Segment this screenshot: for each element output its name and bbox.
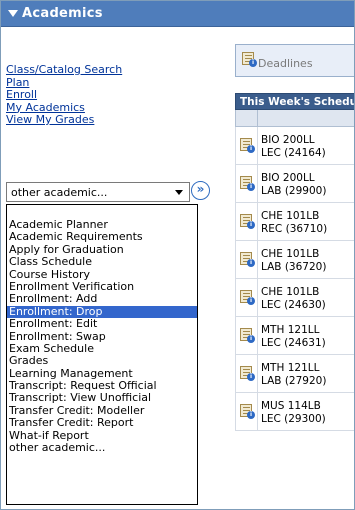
table-row: i CHE 101LB REC (36710) (235, 203, 354, 241)
course-detail: LEC (24631) (261, 337, 326, 349)
column-divider (257, 355, 258, 392)
dropdown-option[interactable]: Academic Planner (7, 219, 197, 231)
table-row: i CHE 101LB LAB (36720) (235, 241, 354, 279)
link-enroll[interactable]: Enroll (6, 88, 122, 102)
table-row: i MTH 121LL LAB (27920) (235, 355, 354, 393)
course-detail: LEC (24630) (261, 299, 326, 311)
pagelet-header[interactable]: Academics (1, 1, 354, 27)
table-row: i MUS 114LB LEC (29300) (235, 393, 354, 431)
course-name: MUS 114LB (261, 400, 321, 412)
dropdown-option[interactable]: Learning Management (7, 368, 197, 380)
dropdown-option[interactable]: Academic Requirements (7, 231, 197, 243)
academics-pagelet: Academics Class/Catalog Search Plan Enro… (0, 0, 355, 510)
column-divider (257, 393, 258, 430)
collapse-triangle-icon[interactable] (8, 10, 18, 17)
tab-deadlines-label: Deadlines (258, 57, 313, 70)
dropdown-option[interactable]: Transcript: View Unofficial (7, 392, 197, 404)
calendar-info-icon[interactable]: i (240, 404, 255, 419)
course-name: CHE 101LB (261, 248, 320, 260)
schedule-column-header (235, 110, 354, 127)
dropdown-option[interactable]: Enrollment: Swap (7, 331, 197, 343)
calendar-info-icon[interactable]: i (240, 366, 255, 381)
course-detail: LAB (36720) (261, 261, 327, 273)
dropdown-option[interactable]: Course History (7, 269, 197, 281)
dropdown-option[interactable]: Transfer Credit: Report (7, 417, 197, 429)
table-row: i MTH 121LL LEC (24631) (235, 317, 354, 355)
dropdown-option[interactable]: Transfer Credit: Modeller (7, 405, 197, 417)
course-name: BIO 200LL (261, 134, 315, 146)
dropdown-option[interactable]: Enrollment: Add (7, 293, 197, 305)
course-detail: LEC (24164) (261, 147, 326, 159)
dropdown-option[interactable]: Enrollment Verification (7, 281, 197, 293)
course-name: MTH 121LL (261, 362, 320, 374)
deadlines-panel: i Deadlines This Week's Schedule i BIO 2… (230, 41, 354, 509)
course-detail: LAB (29900) (261, 185, 327, 197)
dropdown-option[interactable]: Class Schedule (7, 256, 197, 268)
tab-deadlines[interactable]: i Deadlines (235, 44, 354, 77)
dropdown-option[interactable]: Exam Schedule (7, 343, 197, 355)
link-class-catalog-search[interactable]: Class/Catalog Search (6, 63, 122, 77)
column-divider (257, 241, 258, 278)
course-detail: LEC (29300) (261, 413, 326, 425)
dropdown-list[interactable]: Academic Planner Academic Requirements A… (6, 204, 198, 505)
schedule-rows: i BIO 200LL LEC (24164) i BIO 200LL LAB … (235, 127, 354, 431)
column-divider (257, 127, 258, 164)
course-name: CHE 101LB (261, 210, 320, 222)
column-divider (257, 203, 258, 240)
calendar-info-icon[interactable]: i (240, 290, 255, 305)
dropdown-option[interactable]: Grades (7, 355, 197, 367)
table-row: i BIO 200LL LAB (29900) (235, 165, 354, 203)
calendar-info-icon: i (242, 52, 257, 67)
calendar-info-icon[interactable]: i (240, 176, 255, 191)
table-row: i CHE 101LB LEC (24630) (235, 279, 354, 317)
column-divider (257, 279, 258, 316)
dropdown-option[interactable]: What-if Report (7, 430, 197, 442)
course-name: BIO 200LL (261, 172, 315, 184)
column-divider (257, 317, 258, 354)
academic-links: Class/Catalog Search Plan Enroll My Acad… (6, 63, 122, 127)
other-academic-select[interactable]: other academic... (6, 182, 190, 202)
column-divider (257, 110, 258, 126)
dropdown-spacer (7, 205, 197, 219)
dropdown-option[interactable]: Enrollment: Edit (7, 318, 197, 330)
calendar-info-icon[interactable]: i (240, 328, 255, 343)
course-detail: REC (36710) (261, 223, 328, 235)
week-schedule-header: This Week's Schedule (235, 93, 354, 110)
week-schedule-title: This Week's Schedule (240, 96, 354, 108)
calendar-info-icon[interactable]: i (240, 214, 255, 229)
select-value: other academic... (11, 186, 108, 199)
dropdown-option-selected[interactable]: Enrollment: Drop (7, 305, 197, 319)
calendar-info-icon[interactable]: i (240, 138, 255, 153)
link-view-my-grades[interactable]: View My Grades (6, 113, 122, 127)
course-name: CHE 101LB (261, 286, 320, 298)
dropdown-option[interactable]: Transcript: Request Official (7, 380, 197, 392)
calendar-info-icon[interactable]: i (240, 252, 255, 267)
dropdown-option[interactable]: Apply for Graduation (7, 244, 197, 256)
dropdown-option[interactable]: other academic... (7, 442, 197, 454)
pagelet-title: Academics (22, 6, 103, 21)
column-divider (257, 165, 258, 202)
table-row: i BIO 200LL LEC (24164) (235, 127, 354, 165)
go-button[interactable]: » (191, 181, 210, 200)
course-name: MTH 121LL (261, 324, 320, 336)
dropdown-arrow-icon[interactable] (175, 190, 183, 195)
course-detail: LAB (27920) (261, 375, 327, 387)
